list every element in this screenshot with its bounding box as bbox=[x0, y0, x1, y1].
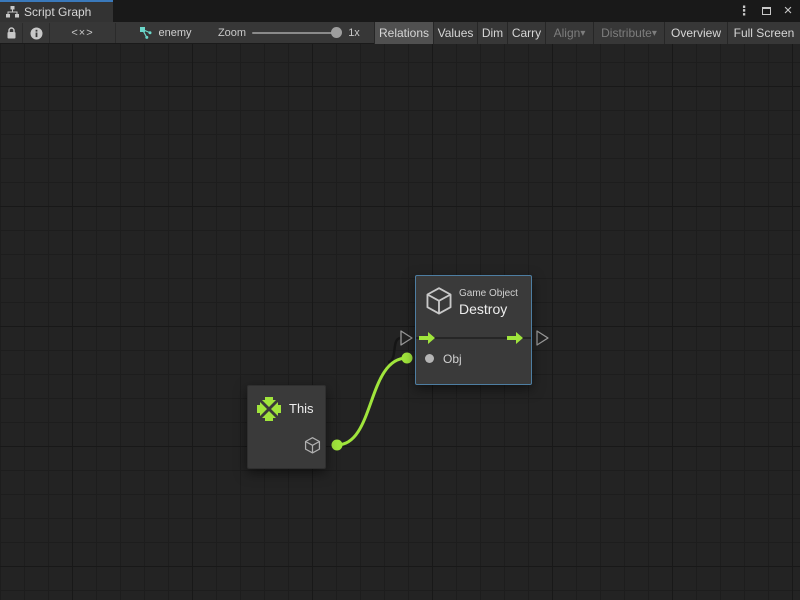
tab-script-graph[interactable]: Script Graph bbox=[0, 0, 113, 22]
zoom-label-wrap: Zoom bbox=[214, 22, 250, 44]
connection-source-dot[interactable] bbox=[332, 440, 343, 451]
obj-port-label: Obj bbox=[443, 352, 462, 366]
node-title: Destroy bbox=[459, 301, 507, 317]
distribute-dropdown[interactable]: Distribute bbox=[593, 22, 664, 44]
obj-input-port[interactable] bbox=[425, 354, 434, 363]
graph-name: enemy bbox=[158, 27, 191, 39]
node-title: This bbox=[289, 401, 314, 416]
info-button[interactable] bbox=[23, 22, 49, 44]
zoom-label: Zoom bbox=[218, 27, 246, 39]
maximize-icon[interactable] bbox=[758, 3, 774, 19]
values-button[interactable]: Values bbox=[433, 22, 477, 44]
info-icon bbox=[30, 27, 43, 40]
titlebar: Script Graph ⋮ × bbox=[0, 0, 800, 22]
lock-button[interactable] bbox=[0, 22, 22, 44]
zoom-value: 1x bbox=[348, 27, 360, 39]
connections-layer bbox=[0, 44, 800, 600]
game-object-cube-icon bbox=[425, 287, 453, 317]
close-icon[interactable]: × bbox=[780, 3, 796, 19]
zoom-value-wrap: 1x bbox=[344, 22, 364, 44]
value-connection-wire[interactable] bbox=[337, 358, 407, 445]
dim-button[interactable]: Dim bbox=[477, 22, 507, 44]
flow-input-arrow-icon[interactable] bbox=[419, 332, 435, 344]
graph-toolbar: <×> enemy Zoom 1x Relations Values Dim C… bbox=[0, 22, 800, 44]
tab-title: Script Graph bbox=[24, 5, 91, 19]
connection-target-dot[interactable] bbox=[402, 353, 413, 364]
zoom-slider-track[interactable] bbox=[252, 32, 340, 34]
fullscreen-button[interactable]: Full Screen bbox=[727, 22, 800, 44]
script-graph-asset-icon bbox=[140, 27, 153, 40]
window-menu-icon[interactable]: ⋮ bbox=[736, 3, 752, 19]
align-dropdown[interactable]: Align bbox=[545, 22, 593, 44]
graph-reference[interactable]: enemy bbox=[138, 22, 194, 44]
script-graph-window: Script Graph ⋮ × <×> bbox=[0, 0, 800, 600]
flow-output-arrow-icon[interactable] bbox=[507, 332, 523, 344]
node-destroy[interactable]: Game Object Destroy Obj bbox=[415, 275, 532, 385]
graph-canvas[interactable]: Game Object Destroy Obj This bbox=[0, 44, 800, 600]
node-category: Game Object bbox=[459, 288, 518, 299]
overview-button[interactable]: Overview bbox=[664, 22, 727, 44]
graph-hierarchy-icon bbox=[6, 6, 19, 18]
node-this[interactable]: This bbox=[247, 385, 326, 469]
flow-in-triangle-icon[interactable] bbox=[401, 331, 412, 345]
zoom-slider-handle[interactable] bbox=[331, 27, 342, 38]
output-cube-icon[interactable] bbox=[304, 437, 321, 455]
relations-button[interactable]: Relations bbox=[374, 22, 433, 44]
lock-icon bbox=[6, 27, 17, 40]
code-icon: <×> bbox=[71, 27, 93, 39]
flow-out-triangle-icon[interactable] bbox=[537, 331, 548, 345]
this-icon bbox=[257, 397, 281, 421]
toolbar-button-group: Relations Values Dim Carry Align Distrib… bbox=[374, 22, 800, 44]
code-view-button[interactable]: <×> bbox=[50, 22, 115, 44]
window-controls: ⋮ × bbox=[736, 0, 796, 22]
carry-button[interactable]: Carry bbox=[507, 22, 545, 44]
